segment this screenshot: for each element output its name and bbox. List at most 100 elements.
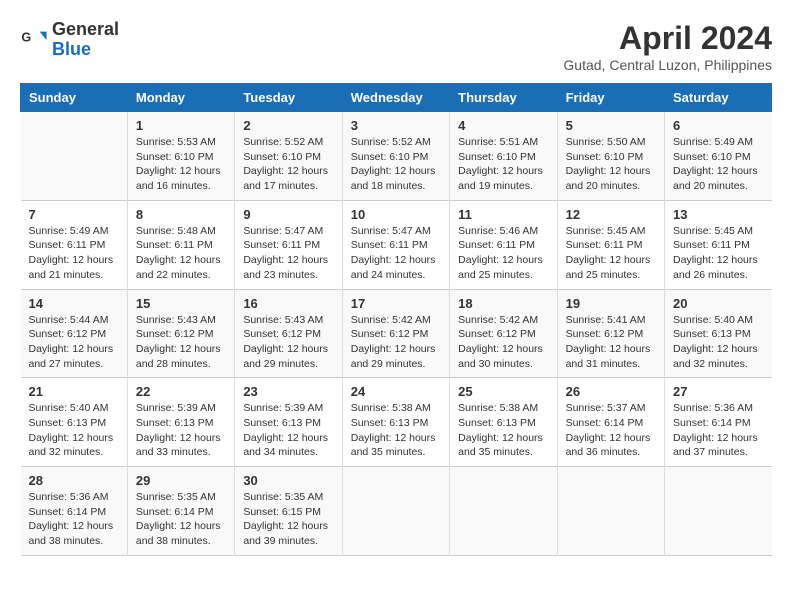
day-info: Sunrise: 5:36 AM Sunset: 6:14 PM Dayligh… (29, 490, 119, 549)
day-info: Sunrise: 5:50 AM Sunset: 6:10 PM Dayligh… (566, 135, 656, 194)
calendar-cell: 16 Sunrise: 5:43 AM Sunset: 6:12 PM Dayli… (235, 289, 342, 378)
day-number: 5 (566, 118, 656, 133)
day-number: 27 (673, 384, 763, 399)
calendar-cell: 3Sunrise: 5:52 AM Sunset: 6:10 PM Daylig… (342, 112, 449, 201)
calendar-cell: 9 Sunrise: 5:47 AM Sunset: 6:11 PM Daylig… (235, 200, 342, 289)
week-row-3: 14 Sunrise: 5:44 AM Sunset: 6:12 PM Dayli… (21, 289, 772, 378)
day-number: 9 (243, 207, 333, 222)
calendar-cell: 5 Sunrise: 5:50 AM Sunset: 6:10 PM Daylig… (557, 112, 664, 201)
calendar-cell: 20Sunrise: 5:40 AM Sunset: 6:13 PM Dayli… (665, 289, 772, 378)
day-info: Sunrise: 5:43 AM Sunset: 6:12 PM Dayligh… (136, 313, 226, 372)
day-info: Sunrise: 5:47 AM Sunset: 6:11 PM Dayligh… (243, 224, 333, 283)
header-friday: Friday (557, 84, 664, 112)
calendar-cell (557, 467, 664, 556)
day-number: 18 (458, 296, 548, 311)
day-info: Sunrise: 5:49 AM Sunset: 6:10 PM Dayligh… (673, 135, 763, 194)
day-info: Sunrise: 5:44 AM Sunset: 6:12 PM Dayligh… (29, 313, 119, 372)
day-number: 28 (29, 473, 119, 488)
calendar-cell: 18 Sunrise: 5:42 AM Sunset: 6:12 PM Dayli… (450, 289, 557, 378)
day-number: 6 (673, 118, 763, 133)
header-wednesday: Wednesday (342, 84, 449, 112)
day-info: Sunrise: 5:35 AM Sunset: 6:14 PM Dayligh… (136, 490, 226, 549)
calendar-cell: 13 Sunrise: 5:45 AM Sunset: 6:11 PM Dayli… (665, 200, 772, 289)
day-number: 29 (136, 473, 226, 488)
calendar-header-row: Sunday Monday Tuesday Wednesday Thursday… (21, 84, 772, 112)
calendar-location: Gutad, Central Luzon, Philippines (563, 57, 772, 73)
week-row-2: 7 Sunrise: 5:49 AM Sunset: 6:11 PM Daylig… (21, 200, 772, 289)
day-info: Sunrise: 5:53 AM Sunset: 6:10 PM Dayligh… (136, 135, 226, 194)
calendar-cell: 25 Sunrise: 5:38 AM Sunset: 6:13 PM Dayli… (450, 378, 557, 467)
week-row-5: 28 Sunrise: 5:36 AM Sunset: 6:14 PM Dayli… (21, 467, 772, 556)
day-info: Sunrise: 5:37 AM Sunset: 6:14 PM Dayligh… (566, 401, 656, 460)
day-info: Sunrise: 5:38 AM Sunset: 6:13 PM Dayligh… (351, 401, 441, 460)
day-number: 12 (566, 207, 656, 222)
week-row-4: 21 Sunrise: 5:40 AM Sunset: 6:13 PM Dayli… (21, 378, 772, 467)
calendar-cell (450, 467, 557, 556)
day-number: 1 (136, 118, 226, 133)
calendar-cell (665, 467, 772, 556)
day-number: 26 (566, 384, 656, 399)
day-number: 25 (458, 384, 548, 399)
day-info: Sunrise: 5:47 AM Sunset: 6:11 PM Dayligh… (351, 224, 441, 283)
calendar-cell: 2 Sunrise: 5:52 AM Sunset: 6:10 PM Daylig… (235, 112, 342, 201)
calendar-cell: 27 Sunrise: 5:36 AM Sunset: 6:14 PM Dayli… (665, 378, 772, 467)
day-info: Sunrise: 5:42 AM Sunset: 6:12 PM Dayligh… (351, 313, 441, 372)
day-number: 19 (566, 296, 656, 311)
calendar-cell: 12Sunrise: 5:45 AM Sunset: 6:11 PM Dayli… (557, 200, 664, 289)
day-number: 23 (243, 384, 333, 399)
calendar-cell (21, 112, 128, 201)
calendar-cell: 4 Sunrise: 5:51 AM Sunset: 6:10 PM Daylig… (450, 112, 557, 201)
day-number: 7 (29, 207, 119, 222)
calendar-cell: 10Sunrise: 5:47 AM Sunset: 6:11 PM Dayli… (342, 200, 449, 289)
day-info: Sunrise: 5:42 AM Sunset: 6:12 PM Dayligh… (458, 313, 548, 372)
calendar-cell: 30Sunrise: 5:35 AM Sunset: 6:15 PM Dayli… (235, 467, 342, 556)
calendar-cell (342, 467, 449, 556)
day-number: 21 (29, 384, 119, 399)
day-number: 14 (29, 296, 119, 311)
calendar-cell: 6 Sunrise: 5:49 AM Sunset: 6:10 PM Daylig… (665, 112, 772, 201)
day-number: 30 (243, 473, 333, 488)
week-row-1: 1 Sunrise: 5:53 AM Sunset: 6:10 PM Daylig… (21, 112, 772, 201)
logo-text: General Blue (52, 20, 119, 60)
day-number: 11 (458, 207, 548, 222)
calendar-cell: 19Sunrise: 5:41 AM Sunset: 6:12 PM Dayli… (557, 289, 664, 378)
calendar-cell: 26 Sunrise: 5:37 AM Sunset: 6:14 PM Dayli… (557, 378, 664, 467)
day-number: 15 (136, 296, 226, 311)
app-logo: G General Blue (20, 20, 119, 60)
header-sunday: Sunday (21, 84, 128, 112)
header-saturday: Saturday (665, 84, 772, 112)
day-number: 20 (673, 296, 763, 311)
page-header: G General Blue April 2024 Gutad, Central… (20, 20, 772, 73)
header-thursday: Thursday (450, 84, 557, 112)
calendar-table: Sunday Monday Tuesday Wednesday Thursday… (20, 83, 772, 556)
day-info: Sunrise: 5:40 AM Sunset: 6:13 PM Dayligh… (29, 401, 119, 460)
day-number: 16 (243, 296, 333, 311)
calendar-cell: 28 Sunrise: 5:36 AM Sunset: 6:14 PM Dayli… (21, 467, 128, 556)
day-info: Sunrise: 5:36 AM Sunset: 6:14 PM Dayligh… (673, 401, 763, 460)
day-info: Sunrise: 5:43 AM Sunset: 6:12 PM Dayligh… (243, 313, 333, 372)
header-monday: Monday (127, 84, 234, 112)
day-number: 2 (243, 118, 333, 133)
day-info: Sunrise: 5:51 AM Sunset: 6:10 PM Dayligh… (458, 135, 548, 194)
calendar-cell: 24Sunrise: 5:38 AM Sunset: 6:13 PM Dayli… (342, 378, 449, 467)
day-info: Sunrise: 5:46 AM Sunset: 6:11 PM Dayligh… (458, 224, 548, 283)
day-number: 4 (458, 118, 548, 133)
calendar-cell: 23 Sunrise: 5:39 AM Sunset: 6:13 PM Dayli… (235, 378, 342, 467)
day-info: Sunrise: 5:49 AM Sunset: 6:11 PM Dayligh… (29, 224, 119, 283)
day-info: Sunrise: 5:38 AM Sunset: 6:13 PM Dayligh… (458, 401, 548, 460)
day-number: 13 (673, 207, 763, 222)
calendar-cell: 14 Sunrise: 5:44 AM Sunset: 6:12 PM Dayli… (21, 289, 128, 378)
day-info: Sunrise: 5:39 AM Sunset: 6:13 PM Dayligh… (136, 401, 226, 460)
day-info: Sunrise: 5:52 AM Sunset: 6:10 PM Dayligh… (351, 135, 441, 194)
calendar-cell: 8Sunrise: 5:48 AM Sunset: 6:11 PM Daylig… (127, 200, 234, 289)
day-number: 8 (136, 207, 226, 222)
day-info: Sunrise: 5:45 AM Sunset: 6:11 PM Dayligh… (673, 224, 763, 283)
day-info: Sunrise: 5:52 AM Sunset: 6:10 PM Dayligh… (243, 135, 333, 194)
calendar-cell: 17Sunrise: 5:42 AM Sunset: 6:12 PM Dayli… (342, 289, 449, 378)
logo-icon: G (20, 26, 48, 54)
calendar-cell: 11 Sunrise: 5:46 AM Sunset: 6:11 PM Dayli… (450, 200, 557, 289)
calendar-cell: 1 Sunrise: 5:53 AM Sunset: 6:10 PM Daylig… (127, 112, 234, 201)
day-info: Sunrise: 5:39 AM Sunset: 6:13 PM Dayligh… (243, 401, 333, 460)
calendar-title: April 2024 (563, 20, 772, 57)
header-tuesday: Tuesday (235, 84, 342, 112)
